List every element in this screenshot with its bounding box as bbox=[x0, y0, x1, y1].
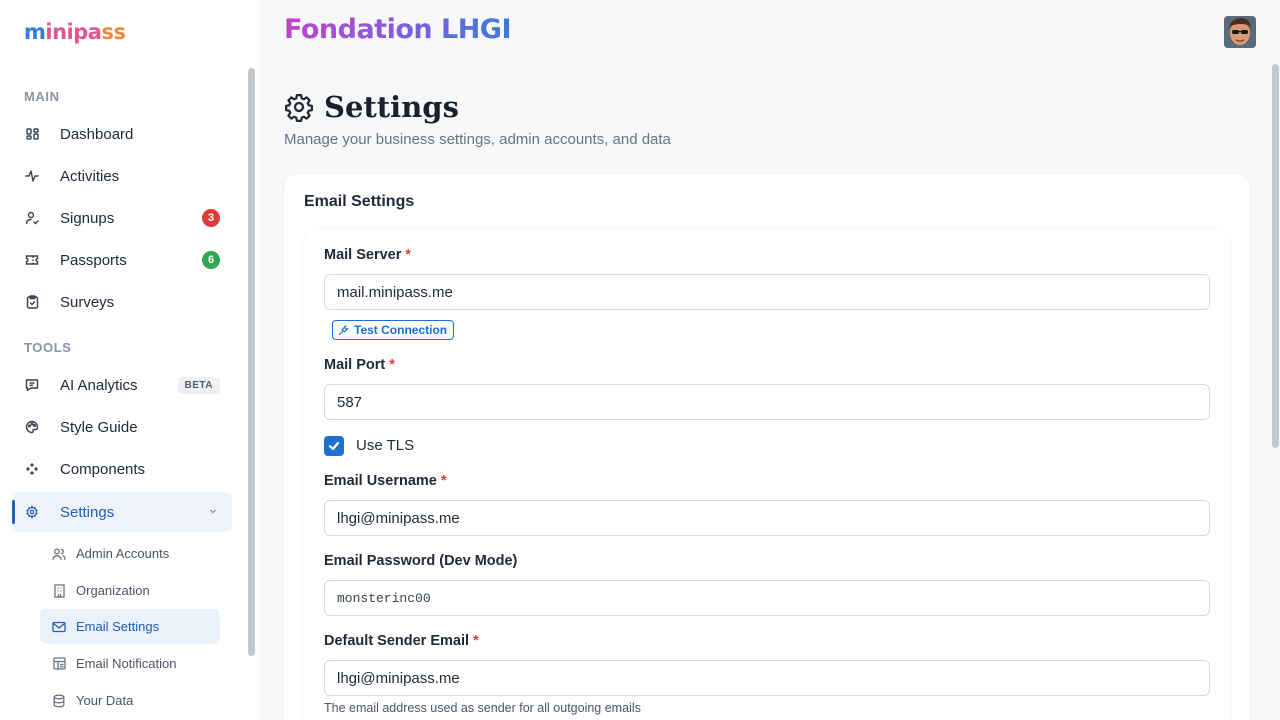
avatar[interactable] bbox=[1224, 16, 1256, 48]
logo-text-part: inipa bbox=[45, 20, 102, 44]
sidebar-subitem-label: Your Data bbox=[76, 693, 134, 708]
label-text: Email Password (Dev Mode) bbox=[324, 553, 518, 569]
activity-icon bbox=[24, 168, 40, 184]
sidebar-item-label: Passports bbox=[60, 251, 127, 269]
label-text: Email Username bbox=[324, 473, 437, 489]
button-label: Test Connection bbox=[354, 323, 448, 337]
required-marker: * bbox=[405, 247, 412, 263]
sidebar-item-activities[interactable]: Activities bbox=[12, 156, 232, 196]
passports-count-badge: 6 bbox=[202, 251, 220, 269]
sidebar-item-label: Surveys bbox=[60, 293, 115, 311]
email-password-label: Email Password (Dev Mode) bbox=[324, 553, 517, 569]
email-username-label: Email Username * bbox=[324, 473, 447, 489]
checkmark-icon bbox=[328, 441, 340, 451]
logo-text-part: m bbox=[24, 20, 46, 44]
chevron-down-icon[interactable] bbox=[208, 506, 218, 519]
main-scrollbar[interactable] bbox=[1272, 64, 1279, 448]
sidebar-item-label: Activities bbox=[60, 167, 120, 185]
mail-server-label: Mail Server * bbox=[324, 247, 411, 263]
sidebar-item-dashboard[interactable]: Dashboard bbox=[12, 114, 232, 154]
ticket-icon bbox=[24, 252, 40, 268]
chat-icon bbox=[24, 377, 40, 393]
section-label-main: MAIN bbox=[24, 89, 60, 104]
components-icon bbox=[24, 461, 40, 477]
logo-text-part: ss bbox=[101, 20, 126, 44]
input-value: lhgi@minipass.me bbox=[337, 669, 460, 687]
mail-server-input[interactable]: mail.minipass.me bbox=[324, 274, 1210, 310]
organization-title: Fondation LHGI bbox=[284, 14, 512, 45]
clipboard-icon bbox=[24, 294, 40, 310]
users-icon bbox=[52, 547, 66, 561]
plug-icon bbox=[338, 324, 349, 336]
palette-icon bbox=[24, 419, 40, 435]
email-username-input[interactable]: lhgi@minipass.me bbox=[324, 500, 1210, 536]
test-connection-button[interactable]: Test Connection bbox=[332, 320, 455, 340]
required-marker: * bbox=[440, 473, 447, 489]
sidebar-item-ai-analytics[interactable]: AI Analytics BETA bbox=[12, 365, 232, 405]
grid-icon bbox=[24, 126, 40, 142]
sidebar-item-label: Signups bbox=[60, 209, 115, 227]
beta-tag: BETA bbox=[177, 376, 220, 394]
email-password-input[interactable]: monsterinc00 bbox=[324, 580, 1210, 616]
sidebar-item-passports[interactable]: Passports 6 bbox=[12, 240, 232, 280]
sidebar-subitem-label: Admin Accounts bbox=[76, 546, 170, 561]
building-icon bbox=[52, 583, 66, 598]
required-marker: * bbox=[389, 357, 395, 373]
section-label-tools: TOOLS bbox=[24, 340, 72, 355]
input-value: 587 bbox=[337, 393, 363, 411]
input-value: mail.minipass.me bbox=[337, 283, 453, 301]
sidebar-subitem-your-data[interactable]: Your Data bbox=[40, 683, 220, 718]
label-text: Mail Port bbox=[324, 357, 386, 373]
signups-count-badge: 3 bbox=[202, 209, 220, 227]
sidebar-item-label: Style Guide bbox=[60, 418, 138, 436]
sidebar-item-settings[interactable]: Settings bbox=[12, 492, 232, 532]
label-text: Mail Server bbox=[324, 247, 402, 263]
sidebar-item-label: Components bbox=[60, 460, 146, 478]
minipass-logo[interactable]: minipass bbox=[24, 20, 126, 44]
page-title: Settings bbox=[324, 90, 459, 124]
sidebar-subitem-email-settings[interactable]: Email Settings bbox=[40, 609, 220, 644]
sidebar-item-components[interactable]: Components bbox=[12, 449, 232, 489]
sidebar-subitem-email-notification[interactable]: Email Notification bbox=[40, 646, 220, 681]
page-subtitle: Manage your business settings, admin acc… bbox=[284, 131, 671, 148]
input-value: lhgi@minipass.me bbox=[337, 509, 460, 527]
sidebar-item-surveys[interactable]: Surveys bbox=[12, 282, 232, 322]
label-text: Default Sender Email bbox=[324, 633, 470, 649]
sidebar-item-label: Settings bbox=[60, 503, 115, 521]
sidebar-subitem-label: Email Notification bbox=[76, 656, 177, 671]
default-sender-label: Default Sender Email * bbox=[324, 633, 479, 649]
sidebar-scrollbar[interactable] bbox=[248, 68, 255, 656]
user-icon bbox=[24, 210, 40, 226]
sidebar-item-style-guide[interactable]: Style Guide bbox=[12, 407, 232, 447]
mail-icon bbox=[52, 620, 66, 634]
sidebar-subitem-admin-accounts[interactable]: Admin Accounts bbox=[40, 536, 220, 571]
required-marker: * bbox=[473, 633, 479, 649]
sidebar-item-signups[interactable]: Signups 3 bbox=[12, 198, 232, 238]
sidebar: minipass MAIN Dashboard Activities Signu… bbox=[0, 0, 260, 720]
gear-icon bbox=[284, 92, 314, 122]
mail-port-label: Mail Port * bbox=[324, 357, 395, 373]
sidebar-item-label: Dashboard bbox=[60, 125, 134, 143]
database-icon bbox=[52, 694, 66, 708]
gear-icon bbox=[24, 504, 40, 520]
sidebar-item-label: AI Analytics bbox=[60, 376, 138, 394]
template-icon bbox=[52, 657, 66, 671]
sidebar-subitem-organization[interactable]: Organization bbox=[40, 573, 220, 608]
use-tls-label[interactable]: Use TLS bbox=[356, 437, 414, 454]
sidebar-subitem-label: Email Settings bbox=[76, 619, 160, 634]
input-value: monsterinc00 bbox=[337, 590, 431, 606]
mail-port-input[interactable]: 587 bbox=[324, 384, 1210, 420]
default-sender-help-text: The email address used as sender for all… bbox=[324, 701, 641, 715]
card-title: Email Settings bbox=[304, 193, 415, 210]
page-header: Settings bbox=[284, 90, 459, 124]
sidebar-subitem-label: Organization bbox=[76, 583, 150, 598]
use-tls-checkbox[interactable] bbox=[324, 436, 344, 456]
default-sender-input[interactable]: lhgi@minipass.me bbox=[324, 660, 1210, 696]
